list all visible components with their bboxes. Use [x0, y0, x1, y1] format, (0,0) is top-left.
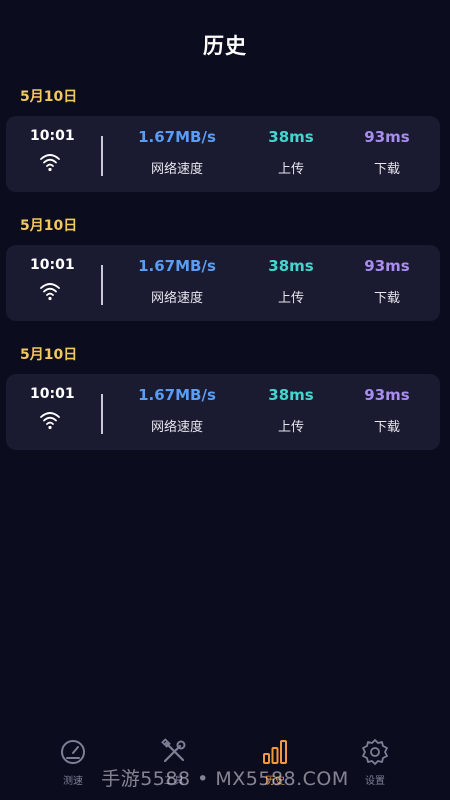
tools-icon [161, 738, 186, 763]
speed-label: 网络速度 [150, 420, 203, 435]
upload-label: 上传 [277, 420, 304, 435]
download-metric: 93ms 下载 [357, 386, 417, 435]
history-date: 5月10日 [20, 89, 78, 105]
speed-label: 网络速度 [150, 291, 203, 306]
divider [101, 136, 103, 176]
speedometer-icon [61, 740, 85, 764]
gear-icon [362, 739, 388, 765]
speed-label: 网络速度 [150, 162, 203, 177]
speed-value: 1.67MB/s [138, 386, 216, 404]
upload-value: 38ms [268, 257, 314, 275]
page-title: 历史 [203, 34, 247, 58]
history-record-card[interactable]: 10:01 1.67MB/s 网络速度 38ms 上传 93ms 下载 [6, 116, 440, 192]
history-date: 5月10日 [20, 218, 78, 234]
upload-metric: 38ms 上传 [261, 257, 321, 306]
upload-label: 上传 [277, 291, 304, 306]
divider [101, 394, 103, 434]
speed-metric: 1.67MB/s 网络速度 [127, 128, 227, 177]
wifi-icon [40, 412, 60, 430]
wifi-icon [40, 154, 60, 172]
download-label: 下载 [373, 420, 400, 435]
upload-label: 上传 [277, 162, 304, 177]
speed-metric: 1.67MB/s 网络速度 [127, 257, 227, 306]
watermark-text: 手游5588 • MX5588.COM [101, 768, 349, 790]
upload-value: 38ms [268, 386, 314, 404]
upload-metric: 38ms 上传 [261, 128, 321, 177]
history-record-card[interactable]: 10:01 1.67MB/s 网络速度 38ms 上传 93ms 下载 [6, 245, 440, 321]
speed-value: 1.67MB/s [138, 257, 216, 275]
history-record-card[interactable]: 10:01 1.67MB/s 网络速度 38ms 上传 93ms 下载 [6, 374, 440, 450]
upload-value: 38ms [268, 128, 314, 146]
download-metric: 93ms 下载 [357, 257, 417, 306]
speed-metric: 1.67MB/s 网络速度 [127, 386, 227, 435]
bar-chart-icon [263, 740, 287, 764]
record-time: 10:01 [30, 257, 75, 273]
record-time: 10:01 [30, 386, 75, 402]
upload-metric: 38ms 上传 [261, 386, 321, 435]
download-label: 下载 [373, 162, 400, 177]
download-label: 下载 [373, 291, 400, 306]
record-time: 10:01 [30, 128, 75, 144]
download-value: 93ms [364, 128, 410, 146]
wifi-icon [40, 283, 60, 301]
speed-value: 1.67MB/s [138, 128, 216, 146]
download-metric: 93ms 下载 [357, 128, 417, 177]
history-date: 5月10日 [20, 347, 78, 363]
divider [101, 265, 103, 305]
download-value: 93ms [364, 386, 410, 404]
download-value: 93ms [364, 257, 410, 275]
